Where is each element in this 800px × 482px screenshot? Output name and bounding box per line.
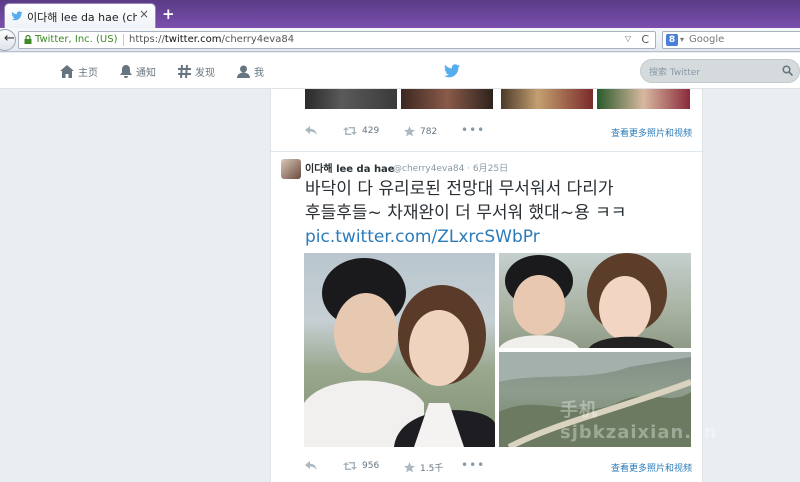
person-icon [237, 65, 250, 78]
tweet-text-line-1: 바닥이 다 유리로된 전망대 무서워서 다리가 [305, 179, 614, 199]
more-icon[interactable]: ••• [461, 458, 485, 472]
tab-title: 이다해 lee da hae (cher... [27, 11, 137, 24]
tweet-author-name[interactable]: 이다해 lee da hae [305, 160, 395, 175]
reply-icon [305, 461, 317, 470]
search-icon[interactable] [782, 65, 793, 76]
favorite-count: 1.5千 [420, 464, 444, 474]
prev-tweet-photo-4[interactable] [597, 89, 690, 109]
url-separator [123, 34, 124, 46]
tweet-handle-date[interactable]: @cherry4eva84 · 6月25日 [393, 161, 508, 174]
tweet-photo-link[interactable]: pic.twitter.com/ZLxrcSWbPr [305, 225, 695, 249]
browser-navbar: ← Twitter, Inc. (US) https://twitter.com… [0, 28, 800, 52]
twitter-topbar: 主页 通知 发现 我 搜索 Twitter [0, 53, 800, 89]
nav-me-label: 我 [254, 67, 264, 79]
star-icon [404, 126, 415, 137]
nav-discover-label: 发现 [195, 67, 215, 79]
bell-icon [120, 64, 132, 78]
prev-favorite-button[interactable]: 782 [404, 126, 437, 137]
nav-discover[interactable]: 发现 [178, 63, 215, 79]
twitter-search-placeholder: 搜索 Twitter [649, 68, 701, 78]
tweet-divider [271, 151, 704, 152]
new-tab-button[interactable]: + [162, 5, 175, 23]
prev-tweet-photo-3[interactable] [501, 89, 593, 109]
twitter-bird-icon [11, 11, 23, 21]
reply-button[interactable] [305, 461, 317, 471]
retweet-button[interactable]: 956 [343, 461, 379, 471]
site-identity[interactable]: Twitter, Inc. (US) [35, 34, 118, 45]
reload-icon[interactable]: C [641, 33, 649, 46]
couple-closeup-photo [499, 253, 674, 348]
prev-view-media-link[interactable]: 查看更多照片和视频 [611, 126, 692, 139]
tweet-text: 바닥이 다 유리로된 전망대 무서워서 다리가 후들후들~ 차재완이 더 무서워… [305, 177, 695, 249]
tweet-photo-2[interactable] [499, 253, 691, 348]
retweet-count: 956 [362, 461, 380, 471]
tab-close-icon[interactable]: × [139, 7, 149, 21]
prev-tweet-photo-1[interactable] [305, 89, 397, 109]
url-dropdown-icon[interactable]: ▽ [625, 34, 631, 43]
prev-retweet-count: 429 [362, 126, 380, 136]
prev-more-icon[interactable]: ••• [461, 123, 485, 137]
back-button[interactable]: ← [0, 29, 16, 51]
nav-notifications-label: 通知 [136, 67, 156, 79]
search-engine-dropdown-icon[interactable]: ▾ [680, 35, 684, 44]
google-icon[interactable]: 8 [666, 34, 678, 46]
couple-selfie-photo [304, 258, 495, 447]
tweet-text-line-2: 후들후들~ 차재완이 더 무서워 했대~용 ㅋㅋ [305, 203, 627, 223]
nav-home-label: 主页 [78, 67, 98, 79]
back-arrow-icon: ← [4, 31, 15, 46]
address-bar[interactable]: Twitter, Inc. (US) https://twitter.com/c… [18, 31, 656, 49]
browser-search-placeholder: Google [689, 34, 725, 45]
twitter-search-input[interactable]: 搜索 Twitter [640, 59, 800, 83]
browser-tab-strip: 이다해 lee da hae (cher... × + [0, 0, 800, 28]
watermark: 手机 sjbkzaixian.cn [560, 400, 718, 443]
twitter-logo-icon[interactable] [444, 64, 460, 78]
view-media-link[interactable]: 查看更多照片和视频 [611, 461, 692, 474]
prev-tweet-photo-2[interactable] [401, 89, 493, 109]
favorite-button[interactable]: 1.5千 [404, 461, 443, 474]
browser-tab[interactable]: 이다해 lee da hae (cher... × [4, 3, 156, 28]
star-icon [404, 462, 415, 473]
avatar[interactable] [281, 159, 301, 179]
nav-home[interactable]: 主页 [60, 63, 98, 79]
reply-icon [305, 126, 317, 135]
retweet-icon [343, 127, 357, 135]
hashtag-icon [178, 64, 191, 78]
url-text: https://twitter.com/cherry4eva84 [129, 34, 295, 45]
browser-search-box[interactable]: 8 ▾ Google [662, 31, 800, 49]
tweet-actions: 956 1.5千 ••• 查看更多照片和视频 [271, 457, 704, 477]
nav-notifications[interactable]: 通知 [120, 63, 156, 79]
lock-icon [24, 35, 32, 44]
prev-reply-button[interactable] [305, 126, 317, 136]
prev-favorite-count: 782 [420, 126, 438, 137]
nav-me[interactable]: 我 [237, 63, 264, 79]
prev-tweet-actions: 429 782 ••• 查看更多照片和视频 [271, 122, 704, 142]
home-icon [60, 64, 74, 78]
retweet-icon [343, 462, 357, 470]
prev-retweet-button[interactable]: 429 [343, 126, 379, 136]
tweet-photo-main[interactable] [304, 253, 495, 447]
